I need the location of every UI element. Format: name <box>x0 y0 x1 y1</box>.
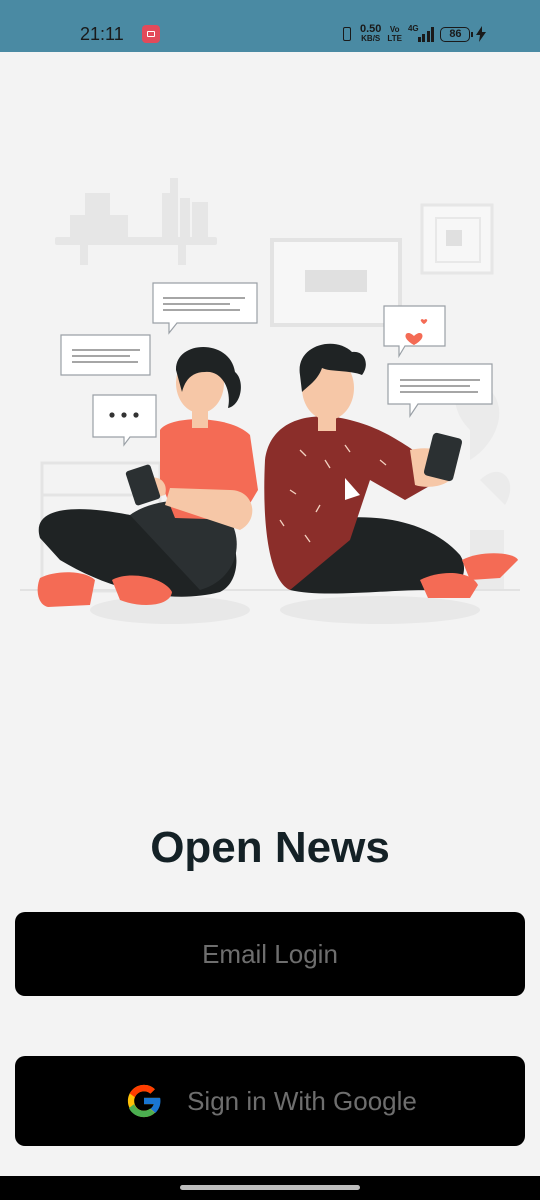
status-bar: 21:11 0.50 KB/S Vo LTE 4G 86 <box>0 0 540 52</box>
app-title: Open News <box>150 823 390 872</box>
screen-record-icon <box>142 25 160 43</box>
email-login-button[interactable]: Email Login <box>15 912 525 996</box>
vibrate-icon <box>340 26 354 42</box>
status-icons: 0.50 KB/S Vo LTE 4G 86 <box>340 22 487 46</box>
network-speed-unit: KB/S <box>361 34 381 43</box>
email-login-label: Email Login <box>202 938 338 969</box>
status-time: 21:11 <box>80 24 124 44</box>
navigation-bar <box>0 1176 540 1200</box>
google-logo-icon <box>127 1084 162 1118</box>
network-speed: 0.50 KB/S <box>360 23 382 44</box>
signal-type-label: 4G <box>407 24 419 33</box>
charging-bolt-icon <box>476 26 487 42</box>
volte-icon: Vo LTE <box>387 25 402 43</box>
battery-icon: 86 <box>440 26 474 42</box>
google-sign-in-label: Sign in With Google <box>187 1085 417 1116</box>
network-speed-value: 0.50 <box>360 23 382 35</box>
home-indicator[interactable] <box>180 1185 360 1190</box>
signal-icon: 4G <box>407 24 435 42</box>
couple-illustration <box>20 178 520 624</box>
google-sign-in-button[interactable]: Sign in With Google <box>15 1056 525 1146</box>
